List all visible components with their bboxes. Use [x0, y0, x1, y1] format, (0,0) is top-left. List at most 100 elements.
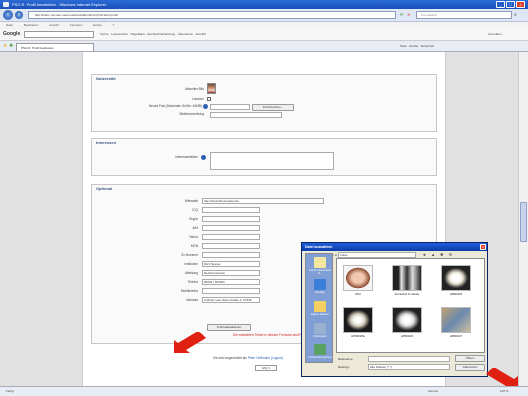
file-name[interactable]: HPIM0425	[436, 293, 476, 296]
new-photo-file-input[interactable]	[210, 104, 250, 110]
file-name[interactable]: HPIM0426	[387, 335, 427, 338]
menu-item-help[interactable]: ?	[113, 23, 115, 27]
file-name[interactable]: HPIM0427	[436, 335, 476, 338]
minimize-button[interactable]: _	[496, 1, 505, 8]
menu-item-ansicht[interactable]: Ansicht	[49, 23, 59, 27]
menu-item-bearbeiten[interactable]: Bearbeiten	[24, 23, 39, 27]
tab-profil[interactable]: PSG R. Profil bearbeiten	[16, 43, 94, 51]
update-profile-button[interactable]: Profil aktualisieren	[207, 324, 251, 331]
file-open-dialog: Datei auswählen × Suchen in: Fotos ◄ ▲ ✱…	[301, 242, 488, 377]
back-icon[interactable]: ‹	[3, 10, 13, 20]
delete-photo-label: Löschen	[191, 97, 204, 101]
google-search-input[interactable]	[24, 31, 94, 38]
google-tools[interactable]: Suche · Lesezeichen · PageRank · Rechtsc…	[100, 32, 206, 36]
section-nutzerbild: Nutzerbild Aktuelles Bild Löschen Neues …	[91, 74, 437, 132]
open-button[interactable]: Öffnen	[455, 355, 485, 362]
window-titlebar: PSG R. Profil bearbeiten - Windows Inter…	[0, 0, 528, 9]
institution-input[interactable]: DHV Speyer	[202, 261, 260, 267]
interests-textarea[interactable]	[210, 152, 334, 170]
maximize-button[interactable]: □	[506, 1, 515, 8]
mobile-input[interactable]	[202, 288, 260, 294]
dialog-close-icon[interactable]: ×	[480, 244, 486, 250]
delete-photo-checkbox[interactable]	[207, 97, 211, 101]
filename-input[interactable]	[368, 356, 450, 362]
help-icon[interactable]	[201, 155, 206, 160]
google-logo: Google	[3, 31, 21, 37]
file-thumbnail[interactable]	[441, 265, 471, 291]
refresh-icon[interactable]: ⟳	[400, 12, 403, 17]
photo-caption-input[interactable]	[210, 112, 282, 118]
ie-icon	[3, 2, 9, 7]
file-thumbnail[interactable]	[441, 307, 471, 333]
file-name[interactable]: hernandob & mdiolay	[387, 293, 427, 296]
yahoo-label: Yahoo	[189, 235, 198, 239]
skype-input[interactable]	[202, 216, 260, 222]
file-thumbnail[interactable]	[343, 265, 373, 291]
place-network[interactable]: Netzwerkumgebung	[307, 343, 333, 363]
security-zone: Internet	[428, 389, 439, 393]
scrollbar-thumb[interactable]	[520, 202, 527, 242]
address-label: Adresse	[186, 298, 198, 302]
google-toolbar: Google Suche · Lesezeichen · PageRank · …	[0, 29, 528, 41]
aim-input[interactable]	[202, 225, 260, 231]
file-thumbnail[interactable]	[392, 307, 422, 333]
help-icon[interactable]	[203, 104, 208, 109]
menu-item-extras[interactable]: Extras	[93, 23, 102, 27]
menu-item-favoriten[interactable]: Favoriten	[70, 23, 83, 27]
zoom-level[interactable]: 100 %	[500, 387, 509, 396]
phone-label: Telefon	[187, 280, 198, 284]
search-icon[interactable]: ⌕	[514, 12, 517, 18]
place-desktop[interactable]: Desktop	[307, 278, 333, 298]
department-label: Abteilung	[184, 271, 198, 275]
status-bar: Fertig Internet 100 %	[0, 386, 528, 396]
website-input[interactable]: http://www.dhv-beispiel.de	[202, 198, 324, 204]
filetype-select[interactable]: Alle Dateien (*.*)	[368, 364, 450, 370]
msn-input[interactable]	[202, 243, 260, 249]
cancel-button[interactable]: Abbrechen	[455, 364, 485, 371]
msn-label: MSN	[190, 244, 198, 248]
skype-label: Skype	[189, 217, 198, 221]
annotation-arrow-left	[174, 332, 206, 353]
computer-icon	[314, 323, 326, 334]
tab-bar: ★ ✚ PSG R. Profil bearbeiten Seite · Ext…	[0, 41, 528, 52]
id-number-input[interactable]	[202, 252, 260, 258]
yahoo-input[interactable]	[202, 234, 260, 240]
file-thumbnail[interactable]	[392, 265, 422, 291]
favorites-star-icon[interactable]: ★	[3, 43, 7, 49]
window-title: PSG R. Profil bearbeiten - Windows Inter…	[12, 2, 107, 7]
place-computer[interactable]: Arbeitsplatz	[307, 322, 333, 342]
place-documents[interactable]: Eigene Dateien	[307, 300, 333, 320]
place-recent[interactable]: Zuletzt verwendete D...	[307, 256, 333, 276]
file-thumbnail[interactable]	[343, 307, 373, 333]
address-bar[interactable]: http://intern.pvc.de/~verein-admin/editp…	[28, 11, 396, 19]
desktop-icon	[314, 279, 326, 290]
live-search-input[interactable]: Live Search	[416, 11, 512, 19]
department-input[interactable]: Rechenzentrum	[202, 270, 260, 276]
logged-in-prefix: Sie sind angemeldet als	[213, 356, 247, 360]
section-title-optional: Optional	[96, 186, 113, 191]
menu-item-datei[interactable]: Datei	[6, 23, 13, 27]
icq-input[interactable]	[202, 207, 260, 213]
dialog-title: Datei auswählen	[302, 243, 487, 251]
page-viewport: Nutzerbild Aktuelles Bild Löschen Neues …	[0, 52, 528, 389]
forward-icon[interactable]: ›	[15, 11, 23, 19]
add-favorite-icon[interactable]: ✚	[9, 43, 13, 49]
google-signin-link[interactable]: Anmelden	[488, 32, 502, 36]
file-name[interactable]: HPIM0425a	[338, 335, 378, 338]
section-title-nutzerbild: Nutzerbild	[96, 76, 116, 81]
command-bar[interactable]: Seite · Extras · Sicherheit	[400, 44, 434, 48]
address-input[interactable]: Freiherr-vom-Stein-Straße 2, 67346	[202, 297, 260, 303]
file-name[interactable]: 0016	[338, 293, 378, 296]
browse-button[interactable]: Durchsuchen...	[252, 104, 294, 111]
menu-bar: Datei Bearbeiten Ansicht Favoriten Extra…	[0, 22, 528, 29]
mobile-label: Mobiltelefon	[180, 289, 198, 293]
phone-input[interactable]: 06232 / 654321	[202, 279, 260, 285]
website-label: Webseite	[184, 199, 198, 203]
page-scrollbar[interactable]	[518, 52, 528, 386]
dialog-toolbar-icons[interactable]: ◄ ▲ ✱ ☰	[422, 252, 454, 257]
stop-icon[interactable]: ✕	[407, 12, 410, 17]
logged-in-user-link[interactable]: Peter Hoffmann (Logout)	[248, 356, 283, 360]
faq-link[interactable]: FAQ 1	[255, 365, 277, 371]
recent-icon	[314, 257, 326, 268]
close-button[interactable]: ×	[516, 1, 525, 8]
